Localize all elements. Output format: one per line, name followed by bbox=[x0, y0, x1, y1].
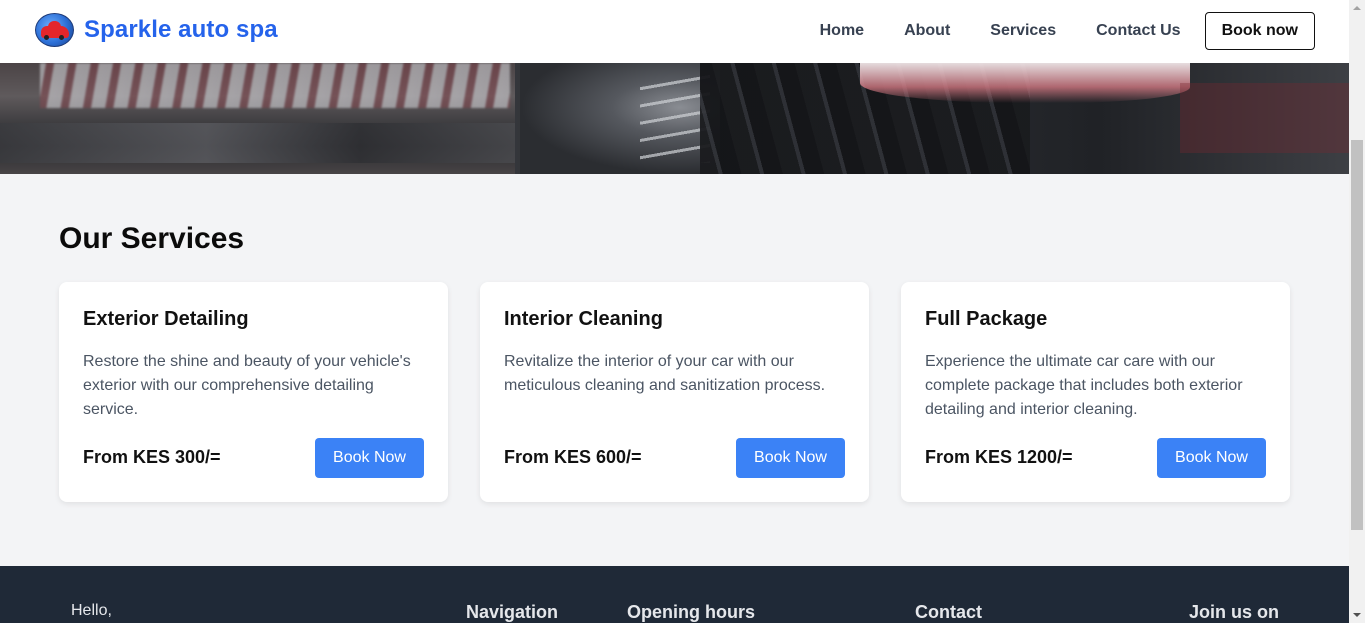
book-now-button[interactable]: Book Now bbox=[1157, 438, 1266, 478]
scrollbar-thumb[interactable] bbox=[1351, 140, 1363, 530]
book-now-button[interactable]: Book Now bbox=[315, 438, 424, 478]
main-nav: Home About Services Contact Us Book now bbox=[820, 12, 1315, 50]
service-card-title: Interior Cleaning bbox=[504, 308, 663, 330]
red-car-logo-icon bbox=[35, 13, 74, 47]
brand[interactable]: Sparkle auto spa bbox=[35, 13, 278, 47]
brand-name[interactable]: Sparkle auto spa bbox=[84, 16, 278, 44]
service-card-title: Exterior Detailing bbox=[83, 308, 249, 330]
footer-heading-opening-hours: Opening hours bbox=[627, 602, 755, 622]
hero-image bbox=[0, 63, 1349, 174]
page-scrollbar[interactable] bbox=[1349, 0, 1365, 623]
site-header: Sparkle auto spa Home About Services Con… bbox=[0, 0, 1349, 63]
footer-heading-navigation: Navigation bbox=[466, 602, 559, 622]
services-section: Our Services Exterior Detailing Restore … bbox=[0, 174, 1349, 566]
footer-heading-contact: Contact bbox=[915, 602, 982, 622]
service-card-description: Experience the ultimate car care with ou… bbox=[925, 353, 1243, 418]
service-card-description: Restore the shine and beauty of your veh… bbox=[83, 353, 411, 418]
book-now-header-button[interactable]: Book now bbox=[1204, 12, 1315, 50]
service-card-price: From KES 1200/= bbox=[925, 447, 1073, 467]
book-now-button[interactable]: Book Now bbox=[736, 438, 845, 478]
service-card-full-package: Full Package Experience the ultimate car… bbox=[901, 282, 1290, 502]
nav-link-services[interactable]: Services bbox=[990, 12, 1056, 50]
service-card-interior-cleaning: Interior Cleaning Revitalize the interio… bbox=[480, 282, 869, 502]
nav-link-contact-us[interactable]: Contact Us bbox=[1096, 12, 1180, 50]
service-card-exterior-detailing: Exterior Detailing Restore the shine and… bbox=[59, 282, 448, 502]
scroll-down-arrow-icon[interactable] bbox=[1349, 607, 1365, 623]
service-card-title: Full Package bbox=[925, 308, 1048, 330]
scroll-up-arrow-icon[interactable] bbox=[1349, 0, 1365, 16]
nav-link-about[interactable]: About bbox=[904, 12, 950, 50]
footer-greeting: Hello, bbox=[71, 602, 112, 619]
services-title: Our Services bbox=[59, 222, 245, 255]
site-footer: Hello, Navigation Opening hours Contact … bbox=[0, 566, 1349, 623]
footer-heading-join-us: Join us on bbox=[1189, 602, 1279, 622]
page-viewport: Sparkle auto spa Home About Services Con… bbox=[0, 0, 1349, 623]
service-card-price: From KES 600/= bbox=[504, 447, 642, 467]
service-card-description: Revitalize the interior of your car with… bbox=[504, 353, 826, 394]
nav-link-home[interactable]: Home bbox=[820, 12, 864, 50]
service-card-price: From KES 300/= bbox=[83, 447, 221, 467]
